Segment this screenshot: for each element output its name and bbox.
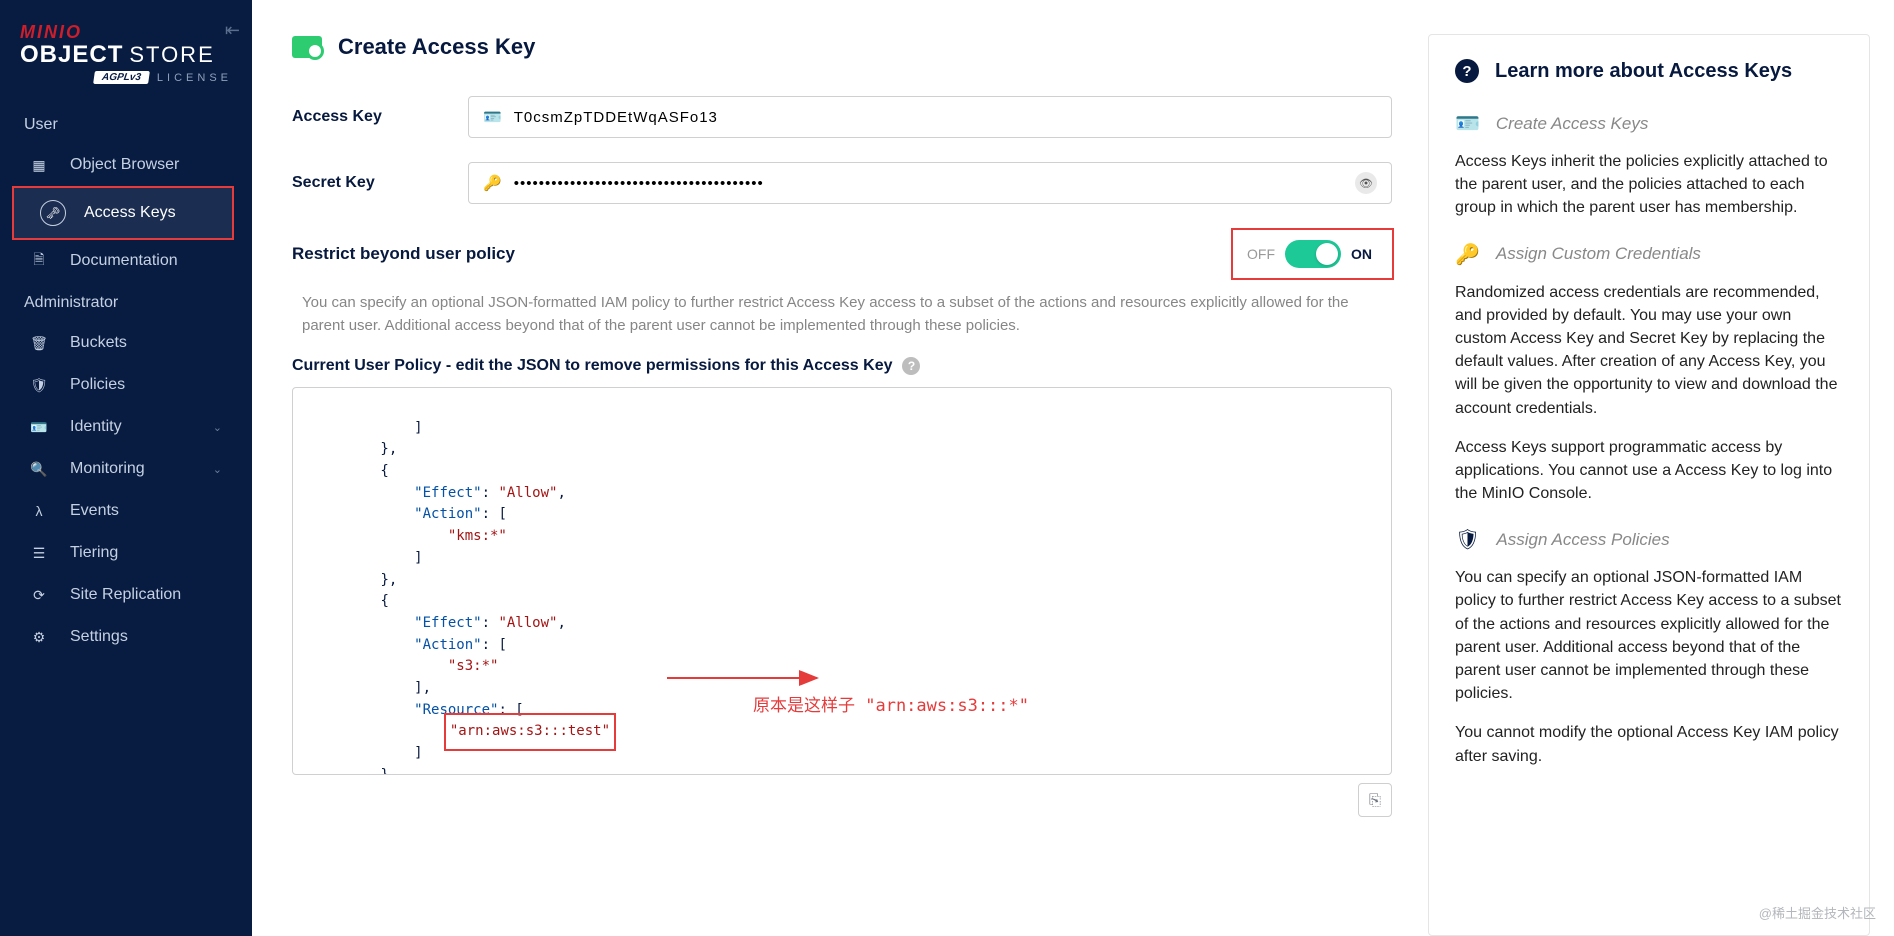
help-title: ? Learn more about Access Keys [1455,59,1843,83]
logo: MINIO OBJECT STORE AGPLv3 LICENSE [0,16,252,104]
app-root: ⇤ MINIO OBJECT STORE AGPLv3 LICENSE User… [0,0,1894,936]
sidebar-item-policies[interactable]: 🛡 Policies [0,364,252,406]
nav-label: Access Keys [84,204,176,222]
nav-label: Object Browser [70,156,179,174]
nav-label: Site Replication [70,586,181,604]
toggle-on-label: ON [1351,246,1372,262]
policy-editor[interactable]: ] }, { "Effect": "Allow", "Action": [ "k… [292,387,1392,775]
access-key-input[interactable] [514,109,1377,126]
restrict-description: You can specify an optional JSON-formatt… [302,292,1392,337]
help-section-policies: 🛡 Assign Access Policies [1455,527,1843,552]
sidebar-item-buckets[interactable]: 🗑 Buckets [0,322,252,364]
section-user: User [0,104,252,144]
key-icon: 🗝 [40,200,66,226]
access-key-title-icon [292,36,322,58]
help-text: You can specify an optional JSON-formatt… [1455,566,1843,705]
nav-label: Events [70,502,119,520]
secret-key-label: Secret Key [292,174,468,192]
nav-label: Documentation [70,252,178,270]
access-key-label: Access Key [292,108,468,126]
secret-key-input[interactable] [514,175,1343,192]
restrict-toggle-label: Restrict beyond user policy [292,244,1231,264]
secret-key-row: Secret Key 🔑 👁 [292,162,1392,204]
chevron-down-icon: ⌄ [213,463,222,476]
logo-agpl-badge: AGPLv3 [93,71,150,84]
content-panel: Create Access Key Access Key 🪪 Secret Ke… [280,34,1428,936]
help-text: Randomized access credentials are recomm… [1455,281,1843,420]
restrict-toggle-row: Restrict beyond user policy OFF ON [292,228,1392,280]
help-section-title: Create Access Keys [1496,114,1648,134]
help-section-create: 🪪 Create Access Keys [1455,111,1843,136]
key-icon: 🔑 [1455,242,1480,267]
help-panel: ? Learn more about Access Keys 🪪 Create … [1428,34,1870,936]
nav-label: Settings [70,628,128,646]
identity-icon: 🪪 [30,418,48,436]
layers-icon: ☰ [30,544,48,562]
sidebar-item-monitoring[interactable]: 🔍 Monitoring ⌄ [0,448,252,490]
sidebar-item-documentation[interactable]: 🗎 Documentation [0,240,252,282]
help-text: Access Keys support programmatic access … [1455,436,1843,506]
nav-label: Policies [70,376,125,394]
highlight-toggle: OFF ON [1231,228,1394,280]
logo-brand: MINIO [20,22,232,43]
copy-policy-button[interactable]: ⎘ [1358,783,1392,817]
help-text: Access Keys inherit the policies explici… [1455,150,1843,220]
page-title-row: Create Access Key [292,34,1392,60]
id-card-icon: 🪪 [1455,111,1480,136]
collapse-sidebar-button[interactable]: ⇤ [225,20,240,41]
help-icon[interactable]: ? [902,357,920,375]
sidebar-item-identity[interactable]: 🪪 Identity ⌄ [0,406,252,448]
policy-title: Current User Policy - edit the JSON to r… [292,357,1392,375]
shield-icon: 🛡 [30,376,48,394]
logo-store: STORE [129,42,214,68]
sidebar-item-object-browser[interactable]: ▦ Object Browser [0,144,252,186]
gear-icon: ⚙ [30,628,48,646]
policy-resource-value: arn:aws:s3:::test [458,723,601,739]
access-key-input-group: 🪪 [468,96,1392,138]
shield-icon: 🛡 [1455,527,1480,552]
sidebar-item-site-replication[interactable]: ⟳ Site Replication [0,574,252,616]
policy-title-text: Current User Policy - edit the JSON to r… [292,357,892,375]
nav-label: Buckets [70,334,127,352]
lambda-icon: λ [30,502,48,520]
help-section-title: Assign Custom Credentials [1496,244,1701,264]
magnify-icon: 🔍 [30,460,48,478]
help-text: You cannot modify the optional Access Ke… [1455,721,1843,767]
browser-icon: ▦ [30,156,48,174]
sidebar: ⇤ MINIO OBJECT STORE AGPLv3 LICENSE User… [0,0,252,936]
logo-license: LICENSE [157,72,232,84]
watermark: @稀土掘金技术社区 [1759,903,1876,922]
key-icon: 🔑 [483,174,502,192]
secret-key-input-group: 🔑 👁 [468,162,1392,204]
bucket-icon: 🗑 [30,334,48,352]
doc-icon: 🗎 [30,252,48,270]
nav-label: Tiering [70,544,118,562]
id-card-icon: 🪪 [483,108,502,126]
annotation-arrow [583,646,827,717]
access-key-row: Access Key 🪪 [292,96,1392,138]
toggle-controls: OFF ON [1235,234,1384,274]
highlight-access-keys: 🗝 Access Keys [12,186,234,240]
chevron-down-icon: ⌄ [213,421,222,434]
help-section-title: Assign Access Policies [1496,530,1669,550]
nav-label: Monitoring [70,460,145,478]
replication-icon: ⟳ [30,586,48,604]
section-admin: Administrator [0,282,252,322]
help-title-text: Learn more about Access Keys [1495,60,1792,83]
restrict-toggle[interactable] [1285,240,1341,268]
sidebar-item-tiering[interactable]: ☰ Tiering [0,532,252,574]
toggle-off-label: OFF [1247,246,1275,262]
question-icon: ? [1455,59,1479,83]
nav-label: Identity [70,418,122,436]
sidebar-item-access-keys[interactable]: 🗝 Access Keys [14,188,232,238]
sidebar-item-events[interactable]: λ Events [0,490,252,532]
main: Create Access Key Access Key 🪪 Secret Ke… [252,0,1894,936]
help-section-credentials: 🔑 Assign Custom Credentials [1455,242,1843,267]
logo-object: OBJECT [20,41,123,69]
reveal-secret-button[interactable]: 👁 [1355,172,1377,194]
sidebar-item-settings[interactable]: ⚙ Settings [0,616,252,658]
page-title: Create Access Key [338,34,535,60]
annotation-line2: 改完后密钥只对 test 文件有效 [753,772,1029,775]
